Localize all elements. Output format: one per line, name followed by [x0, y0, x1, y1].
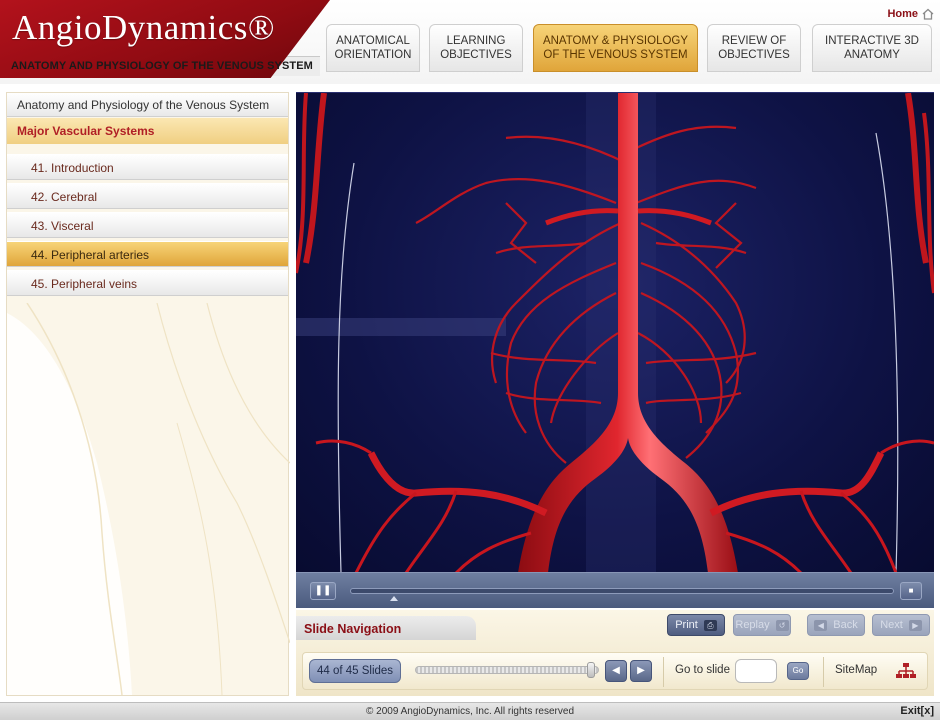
sidebar-item-peripheral-veins[interactable]: 45. Peripheral veins	[7, 270, 288, 296]
go-to-slide-input[interactable]	[735, 659, 777, 683]
replay-icon: ↺	[775, 619, 789, 631]
divider	[663, 657, 664, 687]
sitemap-link[interactable]: SiteMap	[835, 664, 877, 676]
sidebar-item-peripheral-arteries[interactable]: 44. Peripheral arteries	[7, 241, 288, 267]
slide-counter: 44 of 45 Slides	[309, 659, 401, 683]
slide-scrubber-thumb[interactable]	[587, 662, 596, 678]
right-arrow-icon: ▶	[908, 619, 922, 631]
tab-anatomical-orientation[interactable]: ANATOMICAL ORIENTATION	[326, 24, 420, 72]
tab-anatomy-physiology[interactable]: ANATOMY & PHYSIOLOGY OF THE VENOUS SYSTE…	[533, 24, 698, 72]
exit-button[interactable]: Exit[x]	[900, 705, 934, 717]
sidebar-item-cerebral[interactable]: 42. Cerebral	[7, 183, 288, 209]
left-arrow-icon: ◀	[612, 665, 620, 676]
pause-icon: ❚❚	[314, 585, 332, 596]
printer-icon: ⎙	[703, 619, 717, 631]
slide-navigation-panel: Slide Navigation Print ⎙ Replay ↺ ◀ Back…	[296, 610, 934, 696]
stop-button[interactable]: ■	[900, 582, 922, 600]
back-label: Back	[833, 619, 858, 631]
home-link[interactable]: Home	[887, 8, 934, 20]
back-button[interactable]: ◀ Back	[807, 614, 865, 636]
sitemap-icon[interactable]	[895, 662, 917, 680]
anatomy-viewer	[296, 92, 934, 572]
home-label: Home	[887, 8, 918, 20]
seek-position-marker[interactable]	[389, 596, 398, 601]
next-slide-button[interactable]: ▶	[630, 660, 652, 682]
slide-scrubber[interactable]	[415, 666, 599, 674]
divider	[823, 657, 824, 687]
sidebar-module-title: Anatomy and Physiology of the Venous Sys…	[7, 93, 288, 117]
previous-slide-button[interactable]: ◀	[605, 660, 627, 682]
go-button[interactable]: Go	[787, 662, 809, 680]
sidebar-anatomy-watermark	[7, 303, 290, 695]
course-subtitle: ANATOMY AND PHYSIOLOGY OF THE VENOUS SYS…	[11, 60, 313, 72]
slide-controls-row: 44 of 45 Slides ◀ ▶ Go to slide Go SiteM…	[302, 652, 928, 690]
copyright-notice: © 2009 AngioDynamics, Inc. All rights re…	[365, 706, 575, 717]
print-label: Print	[675, 619, 698, 631]
company-logo: AngioDynamics®	[12, 8, 276, 47]
media-playbar: ❚❚ ■	[296, 572, 934, 608]
arterial-system-render	[296, 93, 934, 572]
replay-label: Replay	[735, 619, 770, 631]
left-arrow-icon: ◀	[814, 619, 828, 631]
print-button[interactable]: Print ⎙	[667, 614, 725, 636]
pause-button[interactable]: ❚❚	[310, 582, 336, 600]
go-to-slide-label: Go to slide	[675, 664, 730, 676]
seek-bar[interactable]	[350, 588, 894, 594]
next-button[interactable]: Next ▶	[872, 614, 930, 636]
footer: © 2009 AngioDynamics, Inc. All rights re…	[0, 702, 940, 720]
sidebar-item-introduction[interactable]: 41. Introduction	[7, 154, 288, 180]
replay-button[interactable]: Replay ↺	[733, 614, 791, 636]
stop-icon: ■	[908, 586, 914, 595]
next-label: Next	[880, 619, 903, 631]
slide-navigation-title: Slide Navigation	[296, 616, 476, 640]
header: AngioDynamics® ANATOMY AND PHYSIOLOGY OF…	[0, 0, 940, 84]
tab-learning-objectives[interactable]: LEARNING OBJECTIVES	[429, 24, 523, 72]
right-arrow-icon: ▶	[637, 665, 645, 676]
sidebar: Anatomy and Physiology of the Venous Sys…	[6, 92, 290, 696]
tab-review-objectives[interactable]: REVIEW OF OBJECTIVES	[707, 24, 801, 72]
sidebar-item-visceral[interactable]: 43. Visceral	[7, 212, 288, 238]
sidebar-section-title: Major Vascular Systems	[7, 118, 288, 144]
tab-interactive-3d-anatomy[interactable]: INTERACTIVE 3D ANATOMY	[812, 24, 932, 72]
house-icon	[922, 8, 934, 20]
